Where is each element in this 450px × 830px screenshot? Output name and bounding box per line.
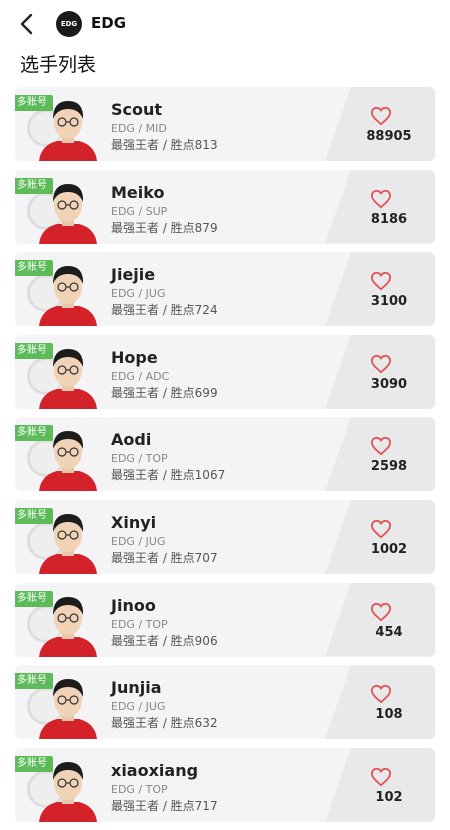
multi-account-badge: 多账号 (15, 755, 53, 772)
player-name: Junjia (111, 678, 162, 698)
player-rank-stats: 最强王者 / 胜点717 (111, 798, 218, 813)
player-list: 多账号 Scout EDG / MID 最强王者 / 胜点813 88905 多… (15, 87, 435, 830)
player-team-role: EDG / JUG (111, 700, 166, 714)
player-rank-stats: 最强王者 / 胜点813 (111, 138, 218, 152)
back-arrow-icon[interactable] (16, 12, 40, 36)
player-name: Xinyi (111, 512, 157, 532)
player-name: Scout (111, 100, 163, 119)
player-card[interactable]: 多账号 Scout EDG / MID 最强王者 / 胜点813 88905 (15, 87, 435, 161)
player-rank-stats: 最强王者 / 胜点707 (111, 550, 218, 565)
like-count: 8186 (370, 211, 408, 227)
top-bar: EDG EDG (0, 0, 450, 48)
player-card[interactable]: 多账号 xiaoxiang EDG / TOP 最强王者 / 胜点717 102 (15, 747, 435, 822)
player-card[interactable]: 多账号 Aodi EDG / TOP 最强王者 / 胜点1067 2598 (15, 417, 435, 492)
player-name: Jiejie (111, 265, 156, 285)
player-card[interactable]: 多账号 Jinoo EDG / TOP 最强王者 / 胜点906 454 (15, 582, 435, 657)
like-count: 2598 (370, 459, 408, 475)
heart-icon[interactable] (370, 602, 392, 622)
like-count: 3100 (370, 294, 408, 310)
player-name: Aodi (111, 430, 152, 450)
player-rank-stats: 最强王者 / 胜点699 (111, 385, 218, 400)
heart-icon[interactable] (370, 106, 392, 126)
player-team-role: EDG / TOP (111, 452, 168, 466)
like-count: 88905 (366, 129, 412, 144)
heart-icon[interactable] (370, 767, 392, 787)
player-rank-stats: 最强王者 / 胜点724 (111, 303, 218, 318)
like-count: 1002 (370, 541, 408, 557)
multi-account-badge: 多账号 (15, 177, 53, 194)
player-rank-stats: 最强王者 / 胜点632 (111, 716, 218, 731)
player-team-role: EDG / TOP (111, 617, 168, 631)
team-name: EDG (91, 14, 127, 32)
player-name: xiaoxiang (111, 760, 199, 780)
multi-account-badge: 多账号 (15, 673, 53, 690)
player-rank-stats: 最强王者 / 胜点906 (111, 633, 218, 648)
player-rank-stats: 最强王者 / 胜点879 (111, 220, 218, 235)
player-team-role: EDG / ADC (111, 369, 170, 383)
player-card[interactable]: 多账号 Junjia EDG / JUG 最强王者 / 胜点632 108 (15, 665, 435, 740)
player-card[interactable]: 多账号 Jiejie EDG / JUG 最强王者 / 胜点724 3100 (15, 252, 435, 327)
heart-icon[interactable] (370, 271, 392, 291)
multi-account-badge: 多账号 (15, 507, 53, 524)
player-team-role: EDG / MID (111, 122, 167, 135)
player-team-role: EDG / JUG (111, 534, 166, 548)
player-name: Hope (111, 347, 158, 367)
player-card[interactable]: 多账号 Meiko EDG / SUP 最强王者 / 胜点879 8186 (15, 169, 435, 244)
like-count: 102 (375, 789, 403, 805)
heart-icon[interactable] (370, 354, 392, 374)
player-team-role: EDG / SUP (111, 204, 168, 218)
multi-account-badge: 多账号 (15, 260, 53, 277)
player-team-role: EDG / JUG (111, 287, 166, 301)
multi-account-badge: 多账号 (15, 425, 53, 442)
player-name: Jinoo (111, 595, 156, 615)
heart-icon[interactable] (370, 189, 392, 209)
player-rank-stats: 最强王者 / 胜点1067 (111, 468, 226, 483)
heart-icon[interactable] (370, 519, 392, 539)
multi-account-badge: 多账号 (15, 342, 53, 359)
player-card[interactable]: 多账号 Xinyi EDG / JUG 最强王者 / 胜点707 1002 (15, 499, 435, 574)
like-count: 108 (375, 707, 403, 723)
like-count: 454 (375, 624, 403, 640)
like-count: 3090 (370, 376, 408, 392)
player-card[interactable]: 多账号 Hope EDG / ADC 最强王者 / 胜点699 3090 (15, 334, 435, 409)
page-title: 选手列表 (20, 54, 97, 76)
player-team-role: EDG / TOP (111, 782, 168, 796)
heart-icon[interactable] (370, 684, 392, 704)
multi-account-badge: 多账号 (15, 95, 53, 111)
team-logo: EDG (56, 11, 82, 37)
heart-icon[interactable] (370, 436, 392, 456)
multi-account-badge: 多账号 (15, 590, 53, 607)
player-name: Meiko (111, 182, 165, 202)
